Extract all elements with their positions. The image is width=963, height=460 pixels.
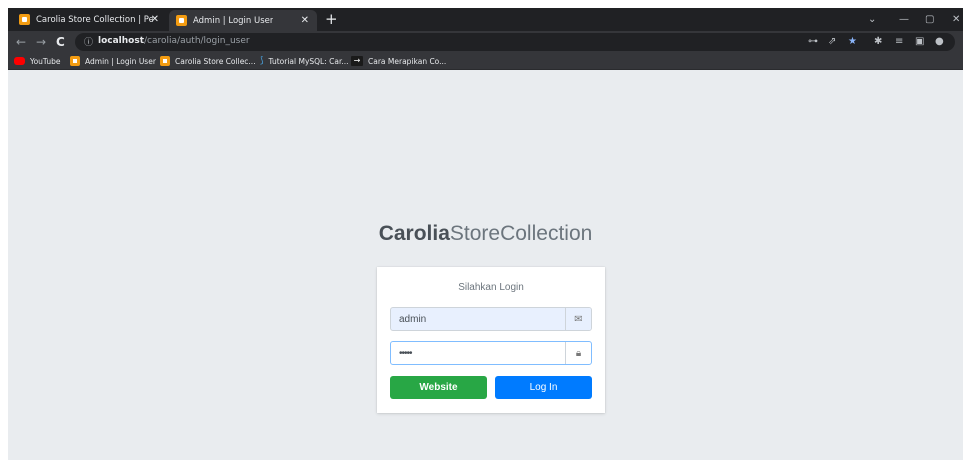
key-icon[interactable]: ⊶: [808, 36, 818, 47]
page-content: CaroliaStoreCollection Silahkan Login ✉ …: [8, 70, 963, 460]
tab-admin-login[interactable]: Admin | Login User ✕: [169, 10, 317, 31]
username-input[interactable]: [391, 308, 565, 330]
close-window-icon[interactable]: ✕: [952, 8, 960, 31]
logo-light-text: StoreCollection: [449, 222, 593, 245]
bookmark-carolia-store[interactable]: Carolia Store Collec...: [160, 53, 256, 69]
url-host: localhost: [98, 36, 145, 46]
tab-title: Carolia Store Collection | Pesanan: [36, 14, 153, 25]
bookmark-label: Cara Merapikan Co...: [368, 56, 447, 66]
lock-icon: 🔒︎: [565, 342, 591, 364]
site-logo[interactable]: CaroliaStoreCollection: [8, 222, 963, 246]
site-favicon-icon: [176, 15, 187, 26]
share-icon[interactable]: ⇗: [828, 36, 836, 47]
forward-icon[interactable]: →: [36, 31, 46, 53]
browser-toolbar: ← → C ⓘ localhost/carolia/auth/login_use…: [8, 31, 963, 53]
tab-search-icon[interactable]: ⌄: [868, 8, 876, 31]
logo-bold-text: Carolia: [378, 222, 450, 245]
reading-list-icon[interactable]: ≡: [895, 36, 903, 47]
url-text[interactable]: localhost/carolia/auth/login_user: [98, 36, 250, 46]
bookmark-youtube[interactable]: YouTube: [14, 53, 61, 69]
bookmark-label: Admin | Login User: [85, 56, 156, 66]
envelope-icon: ✉: [565, 308, 591, 330]
youtube-icon: [14, 57, 25, 65]
login-button[interactable]: Log In: [495, 376, 592, 399]
bookmark-admin-login[interactable]: Admin | Login User: [70, 53, 156, 69]
mysql-icon: ⟆: [260, 56, 264, 66]
bookmark-label: Tutorial MySQL: Car...: [268, 56, 349, 66]
bookmark-label: Carolia Store Collec...: [175, 56, 256, 66]
site-favicon-icon: [160, 56, 170, 66]
site-info-icon[interactable]: ⓘ: [84, 35, 93, 48]
website-button[interactable]: Website: [390, 376, 487, 399]
tab-title: Admin | Login User: [193, 15, 274, 26]
close-tab-icon[interactable]: ✕: [151, 14, 159, 25]
maximize-icon[interactable]: ▢: [925, 8, 934, 31]
minimize-icon[interactable]: —: [899, 8, 909, 31]
tab-carolia-pesanan[interactable]: Carolia Store Collection | Pesanan ✕: [12, 8, 167, 31]
arrow-icon: →: [351, 56, 363, 66]
extensions-icon[interactable]: ✱: [874, 36, 882, 47]
username-group: ✉: [390, 307, 592, 331]
back-icon[interactable]: ←: [16, 31, 26, 53]
bookmark-star-icon[interactable]: ★: [848, 36, 857, 47]
password-group: 🔒︎: [390, 341, 592, 365]
new-tab-button[interactable]: +: [325, 10, 338, 29]
profile-avatar-icon[interactable]: ●: [935, 36, 944, 47]
login-message: Silahkan Login: [458, 282, 524, 293]
password-input[interactable]: [391, 342, 565, 364]
close-tab-icon[interactable]: ✕: [301, 15, 309, 26]
side-panel-icon[interactable]: ▣: [915, 36, 924, 47]
tab-strip: Carolia Store Collection | Pesanan ✕ Adm…: [8, 8, 963, 31]
url-path: /carolia/auth/login_user: [144, 36, 250, 46]
reload-icon[interactable]: C: [56, 31, 65, 53]
bookmark-tutorial-mysql[interactable]: ⟆ Tutorial MySQL: Car...: [260, 53, 349, 69]
login-card: Silahkan Login ✉ 🔒︎ Website Log In: [377, 267, 605, 413]
bookmarks-bar: YouTube Admin | Login User Carolia Store…: [8, 53, 963, 70]
site-favicon-icon: [19, 14, 30, 25]
browser-window: Carolia Store Collection | Pesanan ✕ Adm…: [8, 8, 963, 460]
site-favicon-icon: [70, 56, 80, 66]
bookmark-label: YouTube: [30, 56, 61, 66]
bookmark-cara-merapikan[interactable]: → Cara Merapikan Co...: [351, 53, 446, 69]
address-bar[interactable]: ⓘ localhost/carolia/auth/login_user ⊶ ⇗ …: [75, 33, 955, 51]
